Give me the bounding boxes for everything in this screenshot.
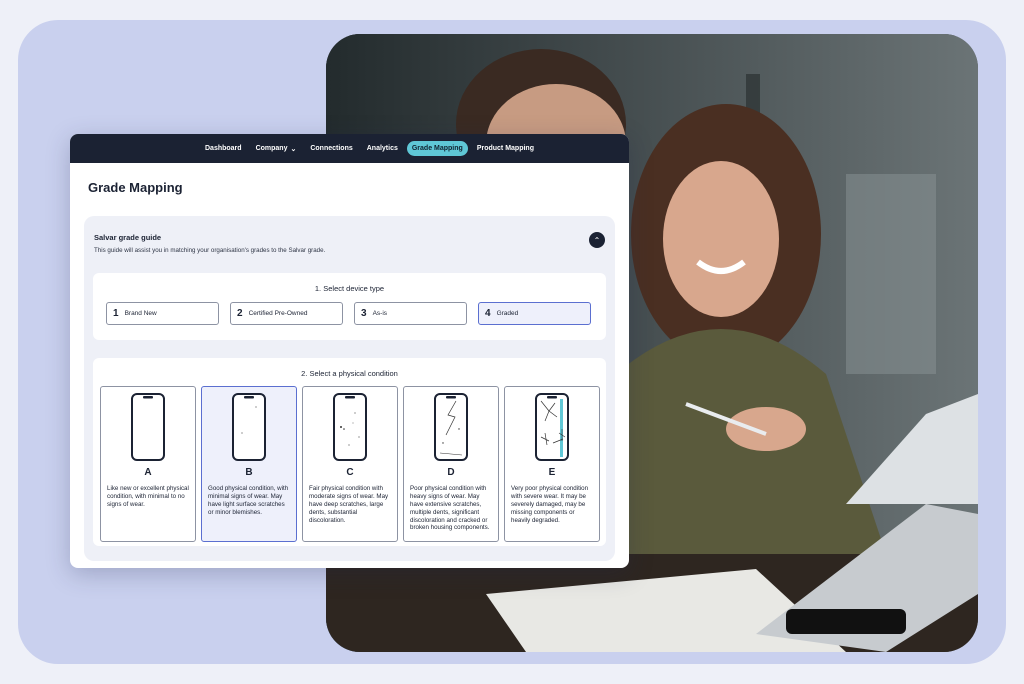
- device-type-card: 1. Select device type 1 Brand New 2 Cert…: [93, 273, 606, 340]
- condition-option-c[interactable]: C Fair physical condition with moderate …: [302, 386, 398, 542]
- condition-letter: C: [346, 467, 354, 478]
- chevron-up-icon: ⌃: [593, 235, 601, 245]
- device-type-graded[interactable]: 4 Graded: [478, 302, 591, 325]
- grade-guide-panel: Salvar grade guide This guide will assis…: [84, 216, 615, 561]
- option-number: 1: [113, 308, 119, 319]
- nav-company-label: Company: [255, 145, 288, 152]
- nav-dashboard[interactable]: Dashboard: [200, 141, 247, 156]
- device-type-brand-new[interactable]: 1 Brand New: [106, 302, 219, 325]
- option-number: 2: [237, 308, 243, 319]
- page-title: Grade Mapping: [88, 180, 183, 195]
- option-label: Certified Pre-Owned: [248, 310, 308, 317]
- condition-option-b[interactable]: B Good physical condition, with minimal …: [201, 386, 297, 542]
- option-number: 3: [361, 308, 367, 319]
- guide-title: Salvar grade guide: [94, 233, 162, 242]
- condition-description: Good physical condition, with minimal si…: [208, 485, 289, 516]
- top-nav: Dashboard Company ⌄ Connections Analytic…: [70, 134, 629, 163]
- guide-subtitle: This guide will assist you in matching y…: [94, 247, 326, 254]
- option-label: Brand New: [124, 310, 157, 317]
- collapse-button[interactable]: ⌃: [589, 232, 605, 248]
- phone-heavy-wear-icon: [434, 393, 468, 461]
- condition-letter: E: [548, 467, 556, 478]
- device-type-certified-pre-owned[interactable]: 2 Certified Pre-Owned: [230, 302, 343, 325]
- nav-connections[interactable]: Connections: [305, 141, 357, 156]
- phone-damaged-icon: [535, 393, 569, 461]
- condition-letter: A: [144, 467, 152, 478]
- condition-option-a[interactable]: A Like new or excellent physical conditi…: [100, 386, 196, 542]
- option-label: As-is: [372, 310, 388, 317]
- option-number: 4: [485, 308, 491, 319]
- condition-option-d[interactable]: D Poor physical condition with heavy sig…: [403, 386, 499, 542]
- device-type-as-is[interactable]: 3 As-is: [354, 302, 467, 325]
- condition-letter: B: [245, 467, 253, 478]
- condition-letter: D: [447, 467, 455, 478]
- device-type-heading: 1. Select device type: [314, 284, 385, 293]
- condition-option-e[interactable]: E Very poor physical condition with seve…: [504, 386, 600, 542]
- condition-description: Like new or excellent physical condition…: [107, 485, 189, 508]
- app-window: Dashboard Company ⌄ Connections Analytic…: [70, 134, 629, 568]
- condition-description: Fair physical condition with moderate si…: [309, 485, 389, 524]
- nav-analytics[interactable]: Analytics: [362, 141, 403, 156]
- condition-description: Very poor physical condition with severe…: [511, 485, 589, 524]
- phone-moderate-wear-icon: [333, 393, 367, 461]
- condition-card: 2. Select a physical condition A Like ne…: [93, 358, 606, 546]
- phone-light-wear-icon: [232, 393, 266, 461]
- condition-heading: 2. Select a physical condition: [301, 369, 398, 378]
- chevron-down-icon: ⌄: [290, 145, 297, 153]
- nav-grade-mapping[interactable]: Grade Mapping: [406, 141, 468, 156]
- nav-company[interactable]: Company ⌄: [251, 141, 302, 157]
- option-label: Graded: [496, 310, 519, 317]
- nav-product-mapping[interactable]: Product Mapping: [472, 141, 539, 156]
- condition-description: Poor physical condition with heavy signs…: [410, 485, 490, 532]
- phone-pristine-icon: [131, 393, 165, 461]
